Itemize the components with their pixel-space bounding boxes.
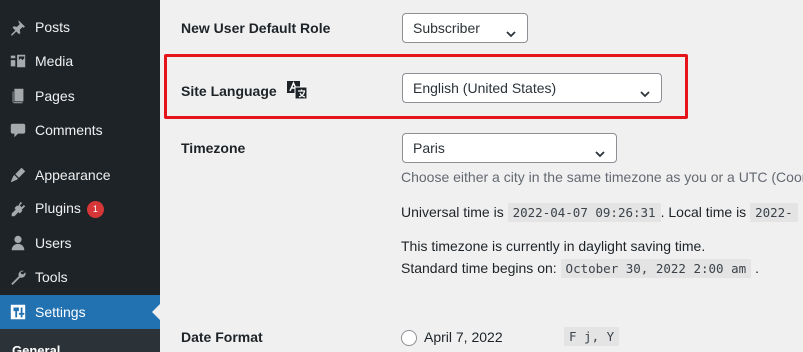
sidebar-item-label: Settings xyxy=(35,304,86,320)
chevron-down-icon xyxy=(638,82,652,98)
translation-icon xyxy=(286,81,308,100)
chevron-down-icon xyxy=(504,22,518,38)
default-role-value: Subscriber xyxy=(413,20,480,36)
universal-time-prefix: Universal time is xyxy=(401,204,504,220)
timezone-label: Timezone xyxy=(181,140,246,156)
brush-icon xyxy=(8,165,28,185)
sidebar-item-label: Media xyxy=(35,53,74,69)
dst-note: This timezone is currently in daylight s… xyxy=(401,238,706,254)
standard-time-value: October 30, 2022 2:00 am xyxy=(560,259,752,278)
pin-icon xyxy=(8,17,28,37)
sidebar-item-label: Posts xyxy=(35,19,71,35)
site-language-label: Site Language xyxy=(181,81,308,100)
standard-time-suffix: . xyxy=(755,260,759,276)
universal-time-value: 2022-04-07 09:26:31 xyxy=(507,203,661,222)
timezone-select[interactable]: Paris xyxy=(402,133,617,163)
pages-icon xyxy=(8,86,28,106)
plugins-label-text: Plugins xyxy=(35,200,81,216)
submenu-item-general[interactable]: General xyxy=(12,343,60,352)
local-time-prefix: . Local time is xyxy=(660,204,747,220)
settings-submenu: General xyxy=(0,329,160,352)
site-language-select[interactable]: English (United States) xyxy=(402,73,662,103)
timezone-description: Choose either a city in the same timezon… xyxy=(401,169,803,185)
wrench-icon xyxy=(8,267,28,287)
update-count-badge: 1 xyxy=(86,201,104,218)
sidebar-item-label: Tools xyxy=(35,269,68,285)
sidebar-item-settings[interactable]: Settings xyxy=(0,295,160,329)
time-info-line: Universal time is 2022-04-07 09:26:31. L… xyxy=(401,203,798,222)
default-role-select[interactable]: Subscriber xyxy=(402,13,528,43)
timezone-value: Paris xyxy=(413,140,445,156)
sidebar-item-comments[interactable]: Comments xyxy=(0,113,160,147)
site-language-value: English (United States) xyxy=(413,80,557,96)
sidebar-item-tools[interactable]: Tools xyxy=(0,260,160,294)
sidebar-item-label: Users xyxy=(35,235,72,251)
plugin-icon xyxy=(8,199,28,219)
standard-time-line: Standard time begins on: October 30, 202… xyxy=(401,259,759,278)
comments-icon xyxy=(8,120,28,140)
local-time-value: 2022- xyxy=(750,203,798,222)
date-format-option-label: April 7, 2022 xyxy=(424,329,503,345)
users-icon xyxy=(8,233,28,253)
sidebar-item-label: Appearance xyxy=(35,167,111,183)
chevron-down-icon xyxy=(593,142,607,158)
sidebar-item-pages[interactable]: Pages xyxy=(0,79,160,113)
settings-icon xyxy=(8,302,28,322)
default-role-label: New User Default Role xyxy=(181,20,331,36)
date-format-label: Date Format xyxy=(181,329,263,345)
sidebar-item-posts[interactable]: Posts xyxy=(0,10,160,44)
site-language-label-text: Site Language xyxy=(181,83,277,99)
sidebar-item-appearance[interactable]: Appearance xyxy=(0,158,160,192)
sidebar-item-label: Comments xyxy=(35,122,103,138)
settings-form: New User Default Role Subscriber Site La… xyxy=(160,0,803,352)
date-format-option-code: F j, Y xyxy=(564,327,620,346)
sidebar-item-users[interactable]: Users xyxy=(0,226,160,260)
media-icon xyxy=(8,51,28,71)
admin-sidebar: Posts Media Pages Comments Appearance Pl… xyxy=(0,0,160,352)
sidebar-item-label: Plugins 1 xyxy=(35,200,104,218)
date-format-radio[interactable] xyxy=(401,330,417,346)
date-format-option-code-wrap: F j, Y xyxy=(564,327,620,346)
standard-time-prefix: Standard time begins on: xyxy=(401,260,557,276)
sidebar-item-label: Pages xyxy=(35,88,75,104)
sidebar-item-plugins[interactable]: Plugins 1 xyxy=(0,192,160,226)
sidebar-item-media[interactable]: Media xyxy=(0,44,160,78)
